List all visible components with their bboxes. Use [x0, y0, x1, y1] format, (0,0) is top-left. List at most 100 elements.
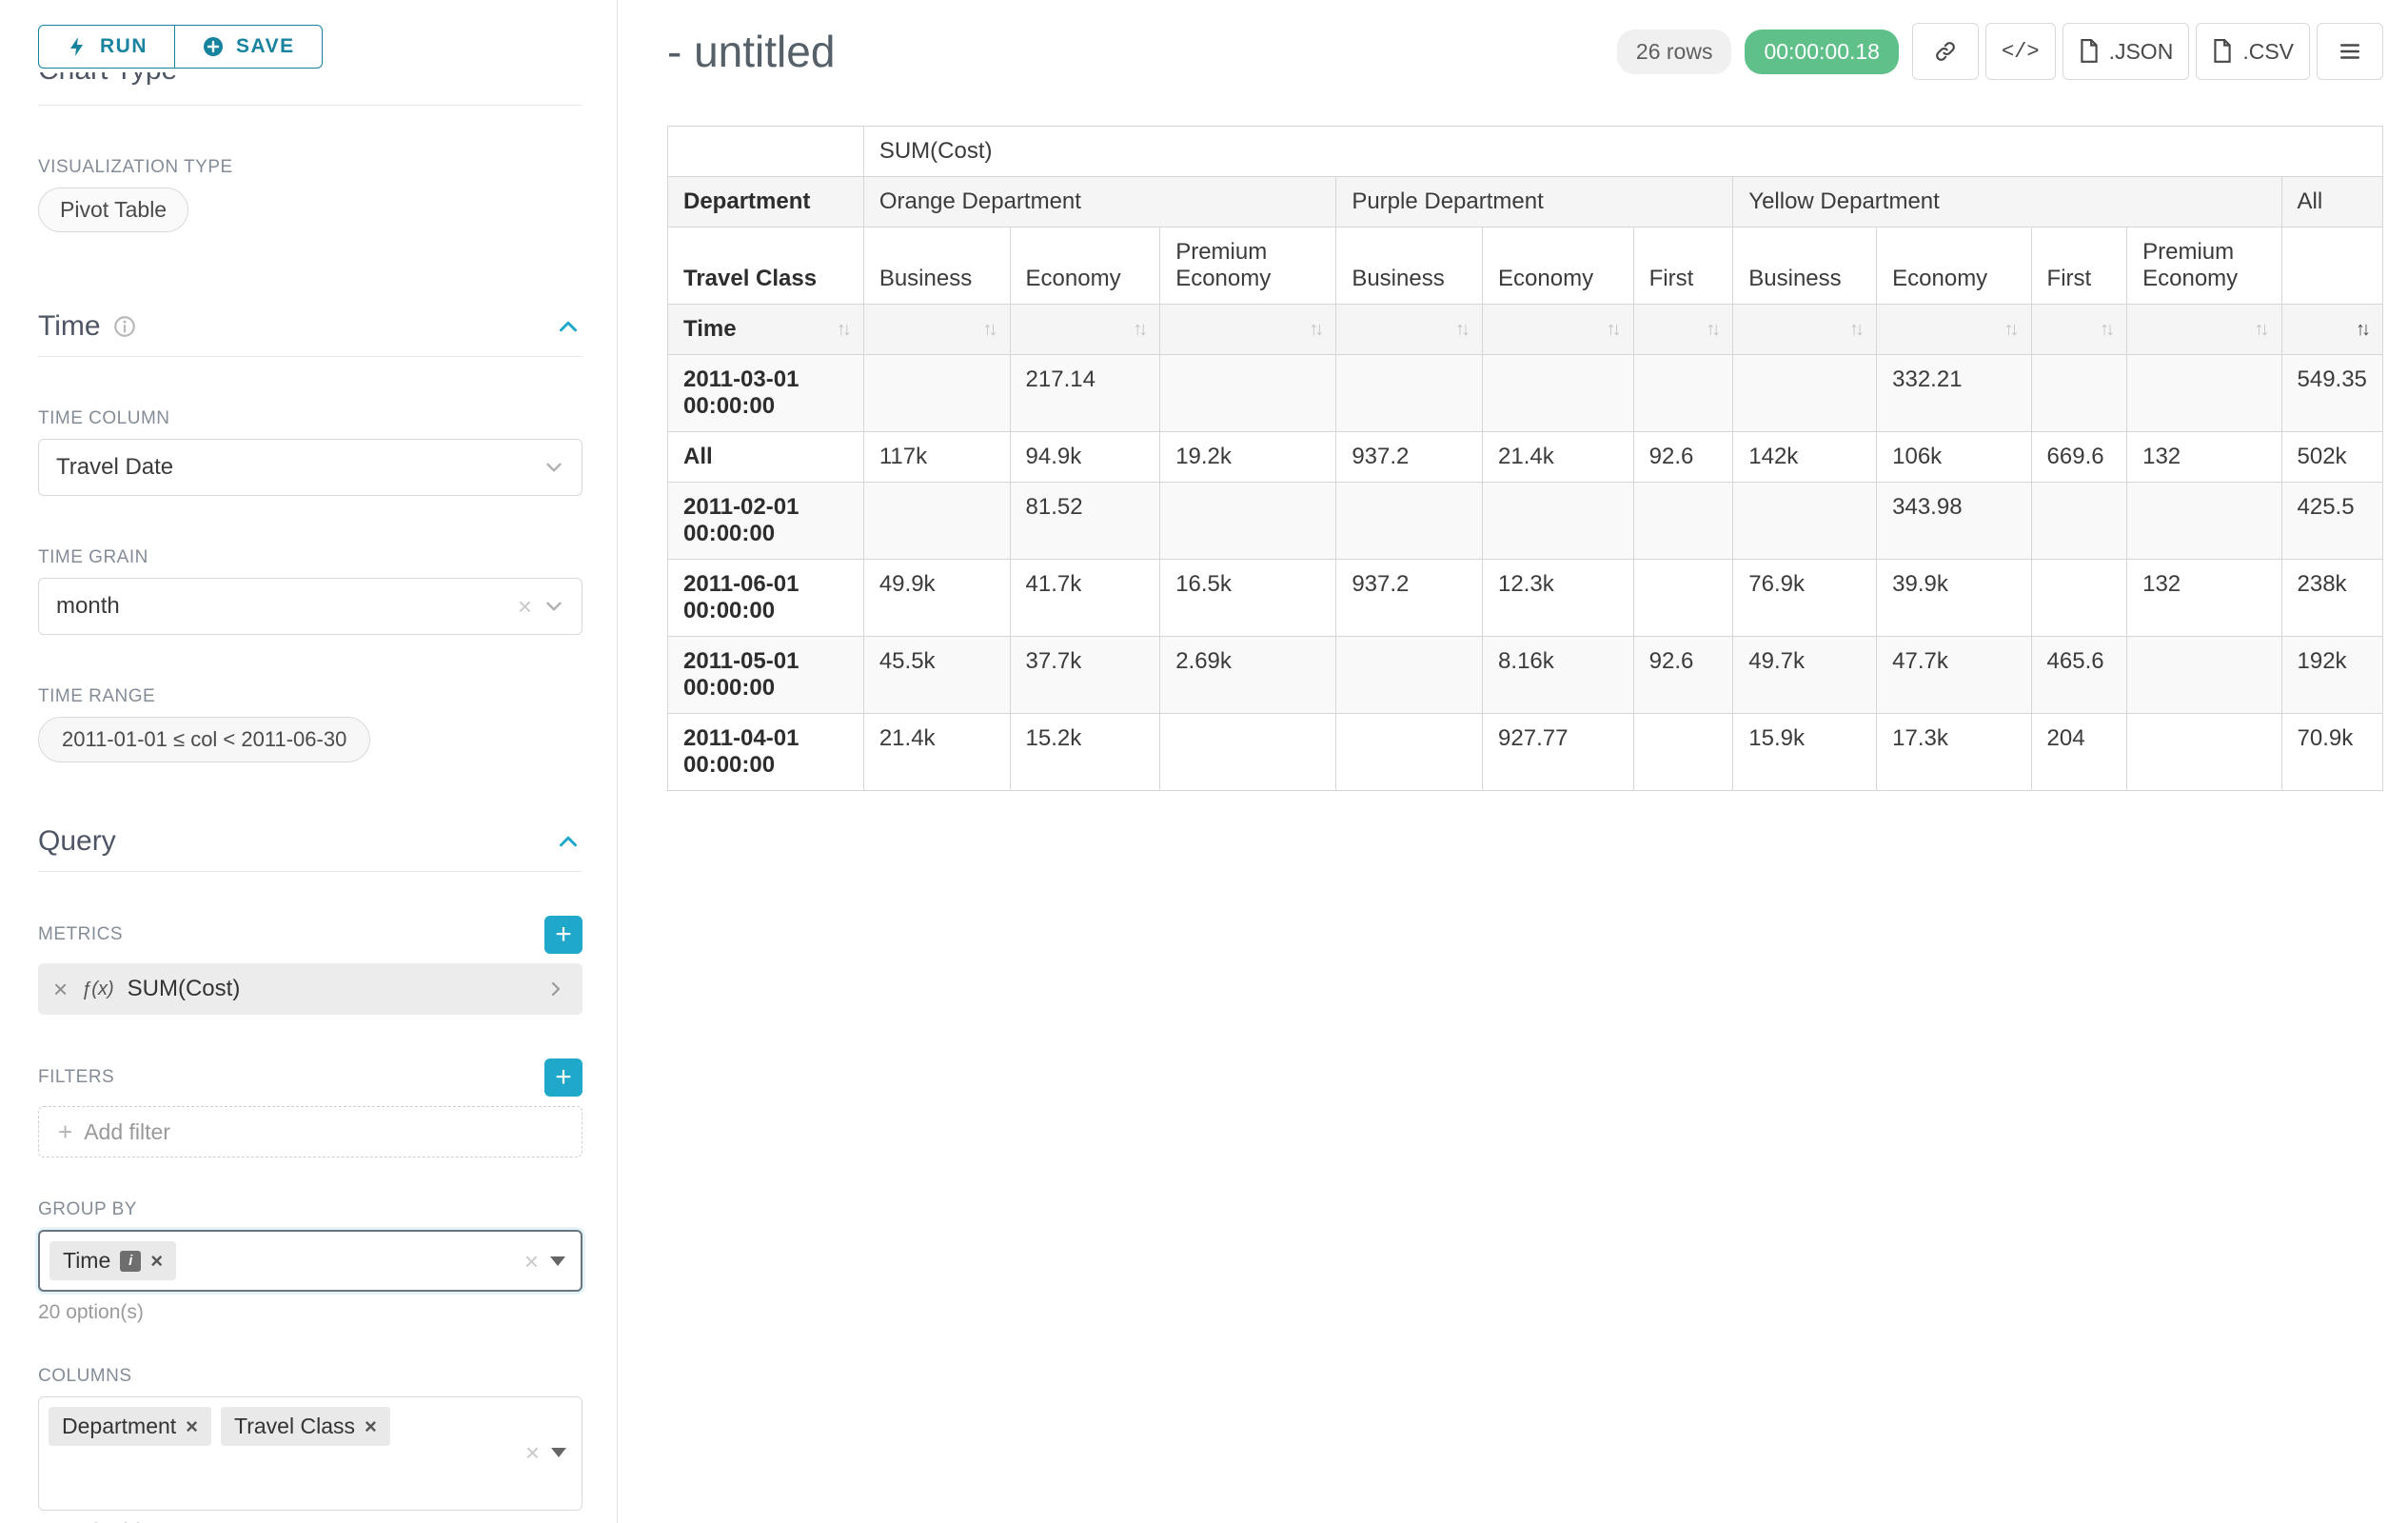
- pivot-cell: 37.7k: [1010, 637, 1160, 714]
- sort-icon[interactable]: ↑↓: [1133, 319, 1144, 341]
- columns-chip-label: Travel Class: [234, 1414, 355, 1439]
- chart-header: - untitled 26 rows 00:00:00.18 </>: [667, 21, 2383, 82]
- clear-icon[interactable]: ×: [518, 594, 532, 619]
- visualization-type-value[interactable]: Pivot Table: [38, 188, 188, 232]
- pivot-cell: 425.5: [2281, 483, 2383, 560]
- columns-label: COLUMNS: [38, 1366, 582, 1387]
- export-json-button[interactable]: .JSON: [2063, 23, 2190, 80]
- pivot-cell: [1483, 483, 1634, 560]
- explore-view: RUN SAVE Chart Type VISUALIZATION TYPE P…: [0, 0, 2408, 1523]
- caret-down-icon[interactable]: [551, 1448, 566, 1457]
- metric-item[interactable]: × ƒ(x) SUM(Cost): [38, 963, 582, 1015]
- caret-down-icon[interactable]: [550, 1256, 565, 1266]
- pivot-row-label: All: [668, 432, 864, 483]
- time-section-title: Time: [38, 310, 101, 343]
- divider: [38, 105, 582, 106]
- pivot-row-label: 2011-02-01 00:00:00: [668, 483, 864, 560]
- pivot-cell: 217.14: [1010, 355, 1160, 432]
- pivot-cell: [1483, 355, 1634, 432]
- sort-icon[interactable]: ↑↓: [1309, 319, 1320, 341]
- sort-icon[interactable]: ↑↓: [2255, 319, 2266, 341]
- embed-code-button[interactable]: </>: [1985, 23, 2056, 80]
- remove-metric-icon[interactable]: ×: [53, 975, 68, 1004]
- sort-cell: ↑↓: [2281, 305, 2383, 355]
- pivot-cell: 106k: [1877, 432, 2031, 483]
- pivot-cell: [1633, 355, 1733, 432]
- time-section-header: Time: [38, 310, 582, 357]
- pivot-cell: 39.9k: [1877, 560, 2031, 637]
- sort-icon[interactable]: ↑↓: [2004, 319, 2016, 341]
- sort-icon[interactable]: ↑↓: [1607, 319, 1618, 341]
- sort-icon[interactable]: ↑↓: [1849, 319, 1861, 341]
- groupby-select[interactable]: Time i × ×: [38, 1230, 582, 1292]
- query-section-title: Query: [38, 825, 116, 858]
- chevron-down-icon[interactable]: [542, 594, 566, 619]
- clear-icon[interactable]: ×: [524, 1249, 539, 1274]
- menu-button[interactable]: [2317, 23, 2383, 80]
- pivot-cell: 238k: [2281, 560, 2383, 637]
- sort-icon[interactable]: ↑↓: [1455, 319, 1467, 341]
- chevron-up-icon[interactable]: [554, 827, 582, 856]
- sort-cell: ↑↓: [2127, 305, 2281, 355]
- pivot-cell: 937.2: [1336, 432, 1483, 483]
- time-grain-select[interactable]: month ×: [38, 578, 582, 635]
- pivot-row-label: 2011-05-01 00:00:00: [668, 637, 864, 714]
- pivot-cell: [1160, 714, 1336, 791]
- chevron-down-icon[interactable]: [542, 455, 566, 480]
- metric-header: SUM(Cost): [863, 127, 2382, 177]
- pivot-cell: 92.6: [1633, 637, 1733, 714]
- department-group: Yellow Department: [1733, 177, 2281, 227]
- pivot-row: All117k94.9k19.2k937.221.4k92.6142k106k6…: [668, 432, 2383, 483]
- travel-class-header: Economy: [1877, 227, 2031, 305]
- time-column-select[interactable]: Travel Date: [38, 439, 582, 496]
- remove-chip-icon[interactable]: ×: [186, 1414, 198, 1439]
- lightning-icon: [66, 35, 89, 58]
- time-column-value: Travel Date: [56, 454, 173, 481]
- row-count-badge: 26 rows: [1617, 30, 1732, 74]
- pivot-cell: [863, 483, 1010, 560]
- time-range-value[interactable]: 2011-01-01 ≤ col < 2011-06-30: [38, 717, 370, 762]
- columns-chip[interactable]: Travel Class ×: [221, 1407, 390, 1446]
- hamburger-icon: [2338, 39, 2362, 64]
- sort-cell: ↑↓: [1633, 305, 1733, 355]
- sort-icon[interactable]: ↑↓: [2100, 319, 2111, 341]
- groupby-chip[interactable]: Time i ×: [49, 1241, 176, 1280]
- sort-icon[interactable]: ↑↓: [1706, 319, 1717, 341]
- time-column-label: TIME COLUMN: [38, 408, 582, 429]
- pivot-cell: [2031, 483, 2127, 560]
- travel-class-header: Business: [1733, 227, 1877, 305]
- pivot-table-container: SUM(Cost) Department Orange Department P…: [667, 126, 2383, 791]
- clear-icon[interactable]: ×: [525, 1440, 540, 1465]
- chevron-up-icon[interactable]: [554, 312, 582, 341]
- chart-title[interactable]: - untitled: [667, 26, 835, 77]
- link-icon: [1933, 39, 1958, 64]
- sort-icon-active[interactable]: ↑↓: [2356, 319, 2367, 341]
- remove-chip-icon[interactable]: ×: [365, 1414, 377, 1439]
- columns-select[interactable]: Department × Travel Class × ×: [38, 1396, 582, 1511]
- chevron-right-icon[interactable]: [544, 978, 567, 1000]
- add-metric-button[interactable]: +: [544, 916, 582, 954]
- sort-cell: ↑↓: [863, 305, 1010, 355]
- sort-row: Time ↑↓ ↑↓ ↑↓ ↑↓ ↑↓ ↑↓ ↑↓ ↑↓ ↑↓ ↑↓ ↑: [668, 305, 2383, 355]
- pivot-cell: 937.2: [1336, 560, 1483, 637]
- copy-link-button[interactable]: [1912, 23, 1979, 80]
- pivot-cell: 8.16k: [1483, 637, 1634, 714]
- add-filter-button[interactable]: + Add filter: [38, 1106, 582, 1157]
- export-csv-button[interactable]: .CSV: [2196, 23, 2310, 80]
- remove-chip-icon[interactable]: ×: [150, 1249, 163, 1274]
- pivot-cell: 117k: [863, 432, 1010, 483]
- sort-icon[interactable]: ↑↓: [837, 319, 848, 341]
- action-buttons: RUN SAVE: [38, 25, 582, 69]
- add-filter-plus-button[interactable]: +: [544, 1058, 582, 1097]
- sort-icon[interactable]: ↑↓: [983, 319, 995, 341]
- save-button[interactable]: SAVE: [174, 25, 323, 69]
- pivot-table: SUM(Cost) Department Orange Department P…: [667, 126, 2383, 791]
- pivot-cell: 549.35: [2281, 355, 2383, 432]
- travel-class-header: Premium Economy: [1160, 227, 1336, 305]
- columns-chip[interactable]: Department ×: [49, 1407, 211, 1446]
- pivot-cell: 47.7k: [1877, 637, 2031, 714]
- sort-cell: ↑↓: [1733, 305, 1877, 355]
- pivot-cell: 16.5k: [1160, 560, 1336, 637]
- run-button[interactable]: RUN: [38, 25, 174, 69]
- filters-label-row: FILTERS +: [38, 1058, 582, 1097]
